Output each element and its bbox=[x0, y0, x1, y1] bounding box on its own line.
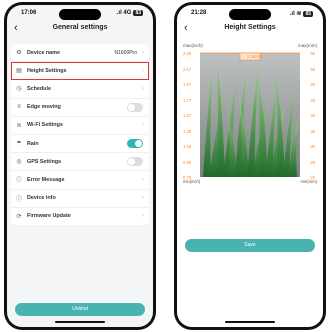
settings-row-label: Schedule bbox=[27, 85, 51, 92]
mm-tick-label: 30 bbox=[310, 144, 315, 149]
mm-tick-label: 55 bbox=[310, 66, 315, 72]
chevron-right-icon: › bbox=[142, 195, 144, 202]
current-height-value: 2.36(60) bbox=[247, 54, 263, 59]
nav-bar: ‹ Height Settings bbox=[177, 21, 323, 37]
toggle-knob bbox=[135, 139, 142, 147]
update-icon: ⟳ bbox=[16, 213, 22, 220]
min-inch-label: min(inch) bbox=[183, 179, 201, 184]
settings-row[interactable]: ⚙ Device name N1600Pro › bbox=[11, 44, 149, 63]
toggle-switch[interactable] bbox=[127, 102, 143, 112]
mm-tick-label: 35 bbox=[310, 128, 315, 134]
screen-height-settings: 21:28 .ıl ≋ 85 ‹ Height Settings max(inc… bbox=[177, 5, 323, 327]
settings-row-label: Error Message bbox=[27, 176, 65, 183]
chevron-right-icon: › bbox=[142, 213, 144, 220]
mm-tick-label: 50 bbox=[310, 82, 315, 87]
mm-tick-label: 40 bbox=[310, 113, 315, 118]
clock-icon: ◷ bbox=[16, 86, 22, 93]
grass-illustration bbox=[200, 52, 300, 177]
status-time: 21:28 bbox=[191, 10, 207, 16]
chevron-right-icon: › bbox=[142, 122, 144, 129]
info-icon: ⓘ bbox=[15, 196, 22, 203]
error-icon: ⓘ bbox=[15, 178, 22, 185]
mm-tick-label: 45 bbox=[310, 97, 315, 103]
settings-row-label: Wi-Fi Settings bbox=[27, 122, 63, 129]
inch-tick-label: 1.38 bbox=[183, 128, 192, 134]
phone-height-settings: 21:28 .ıl ≋ 85 ‹ Height Settings max(inc… bbox=[174, 2, 326, 330]
chevron-right-icon: › bbox=[142, 67, 144, 74]
status-bar: 17:06 .ıl 4G 83 bbox=[7, 8, 153, 20]
status-bar: 21:28 .ıl ≋ 85 bbox=[177, 8, 323, 20]
settings-list: ⚙ Device name N1600Pro › ▤ Height Settings › ◷ S… bbox=[11, 44, 149, 225]
min-mm-label: min(mm) bbox=[300, 179, 317, 184]
inch-tick-label: 1.77 bbox=[183, 97, 192, 103]
screen-general-settings: 17:06 .ıl 4G 83 ‹ General settings ⚙ Devi… bbox=[7, 5, 153, 327]
settings-row[interactable]: ◎ GPS Settings bbox=[11, 153, 149, 172]
unbind-button[interactable]: Unbind bbox=[15, 303, 145, 316]
chevron-right-icon: › bbox=[142, 85, 144, 92]
home-indicator bbox=[225, 321, 275, 323]
mm-tick-label: 25 bbox=[310, 159, 315, 165]
toggle-switch[interactable] bbox=[127, 138, 143, 148]
height-selector[interactable]: max(inch) max(mm) 2.36(60) 2.36 2.17 1.9… bbox=[177, 43, 323, 195]
toggle-knob bbox=[128, 158, 135, 166]
inch-tick-label: 1.57 bbox=[183, 113, 192, 118]
settings-row[interactable]: ◷ Schedule › bbox=[11, 80, 149, 99]
page-title: General settings bbox=[52, 24, 108, 31]
settings-row-label: Firmware Update bbox=[27, 213, 71, 220]
settings-row-label: Rain bbox=[27, 140, 39, 147]
rain-icon: ☂ bbox=[16, 141, 22, 148]
nav-bar: ‹ General settings bbox=[7, 21, 153, 37]
settings-row[interactable]: ☂ Rain bbox=[11, 135, 149, 154]
mm-tick-label: 60 bbox=[310, 51, 315, 56]
settings-row-label: GPS Settings bbox=[27, 158, 62, 165]
phone-general-settings: 17:06 .ıl 4G 83 ‹ General settings ⚙ Devi… bbox=[4, 2, 156, 330]
settings-row-label: Edge moving bbox=[27, 104, 61, 111]
chevron-right-icon: › bbox=[142, 49, 144, 56]
settings-row[interactable]: ≡ Edge moving bbox=[11, 99, 149, 117]
settings-row-label: Device name bbox=[27, 49, 60, 56]
settings-row-label: Device info bbox=[27, 195, 56, 202]
height-icon: ▤ bbox=[16, 68, 22, 75]
inch-tick-label: 2.36 bbox=[183, 51, 192, 56]
page-title: Height Settings bbox=[224, 24, 276, 31]
save-button[interactable]: Save bbox=[185, 239, 315, 252]
battery-icon: 85 bbox=[303, 10, 313, 17]
signal-icon: .ıl ≋ bbox=[289, 11, 302, 17]
gear-icon: ⚙ bbox=[16, 50, 22, 57]
settings-row[interactable]: ≋ Wi-Fi Settings › bbox=[11, 117, 149, 135]
settings-row-label: Height Settings bbox=[27, 67, 67, 74]
toggle-switch[interactable] bbox=[127, 157, 143, 167]
edge-icon: ≡ bbox=[17, 104, 21, 111]
inch-tick-label: 1.18 bbox=[183, 144, 192, 149]
status-time: 17:06 bbox=[21, 10, 37, 16]
inch-tick-label: 1.97 bbox=[183, 82, 192, 87]
settings-row-value: N1600Pro bbox=[114, 49, 137, 56]
chevron-right-icon: › bbox=[142, 176, 144, 183]
settings-row[interactable]: ⓘ Device info › bbox=[11, 190, 149, 208]
inch-tick-label: 0.98 bbox=[183, 159, 192, 165]
settings-row[interactable]: ⓘ Error Message › bbox=[11, 171, 149, 190]
inch-tick-label: 2.17 bbox=[183, 66, 192, 72]
gps-icon: ◎ bbox=[16, 159, 22, 166]
battery-icon: 83 bbox=[133, 10, 143, 16]
wifi-icon: ≋ bbox=[16, 122, 22, 129]
signal-icon: .ıl 4G bbox=[116, 10, 132, 16]
toggle-knob bbox=[128, 103, 135, 111]
settings-row[interactable]: ▤ Height Settings › bbox=[11, 62, 149, 81]
home-indicator bbox=[55, 321, 105, 323]
settings-row[interactable]: ⟳ Firmware Update › bbox=[11, 208, 149, 225]
